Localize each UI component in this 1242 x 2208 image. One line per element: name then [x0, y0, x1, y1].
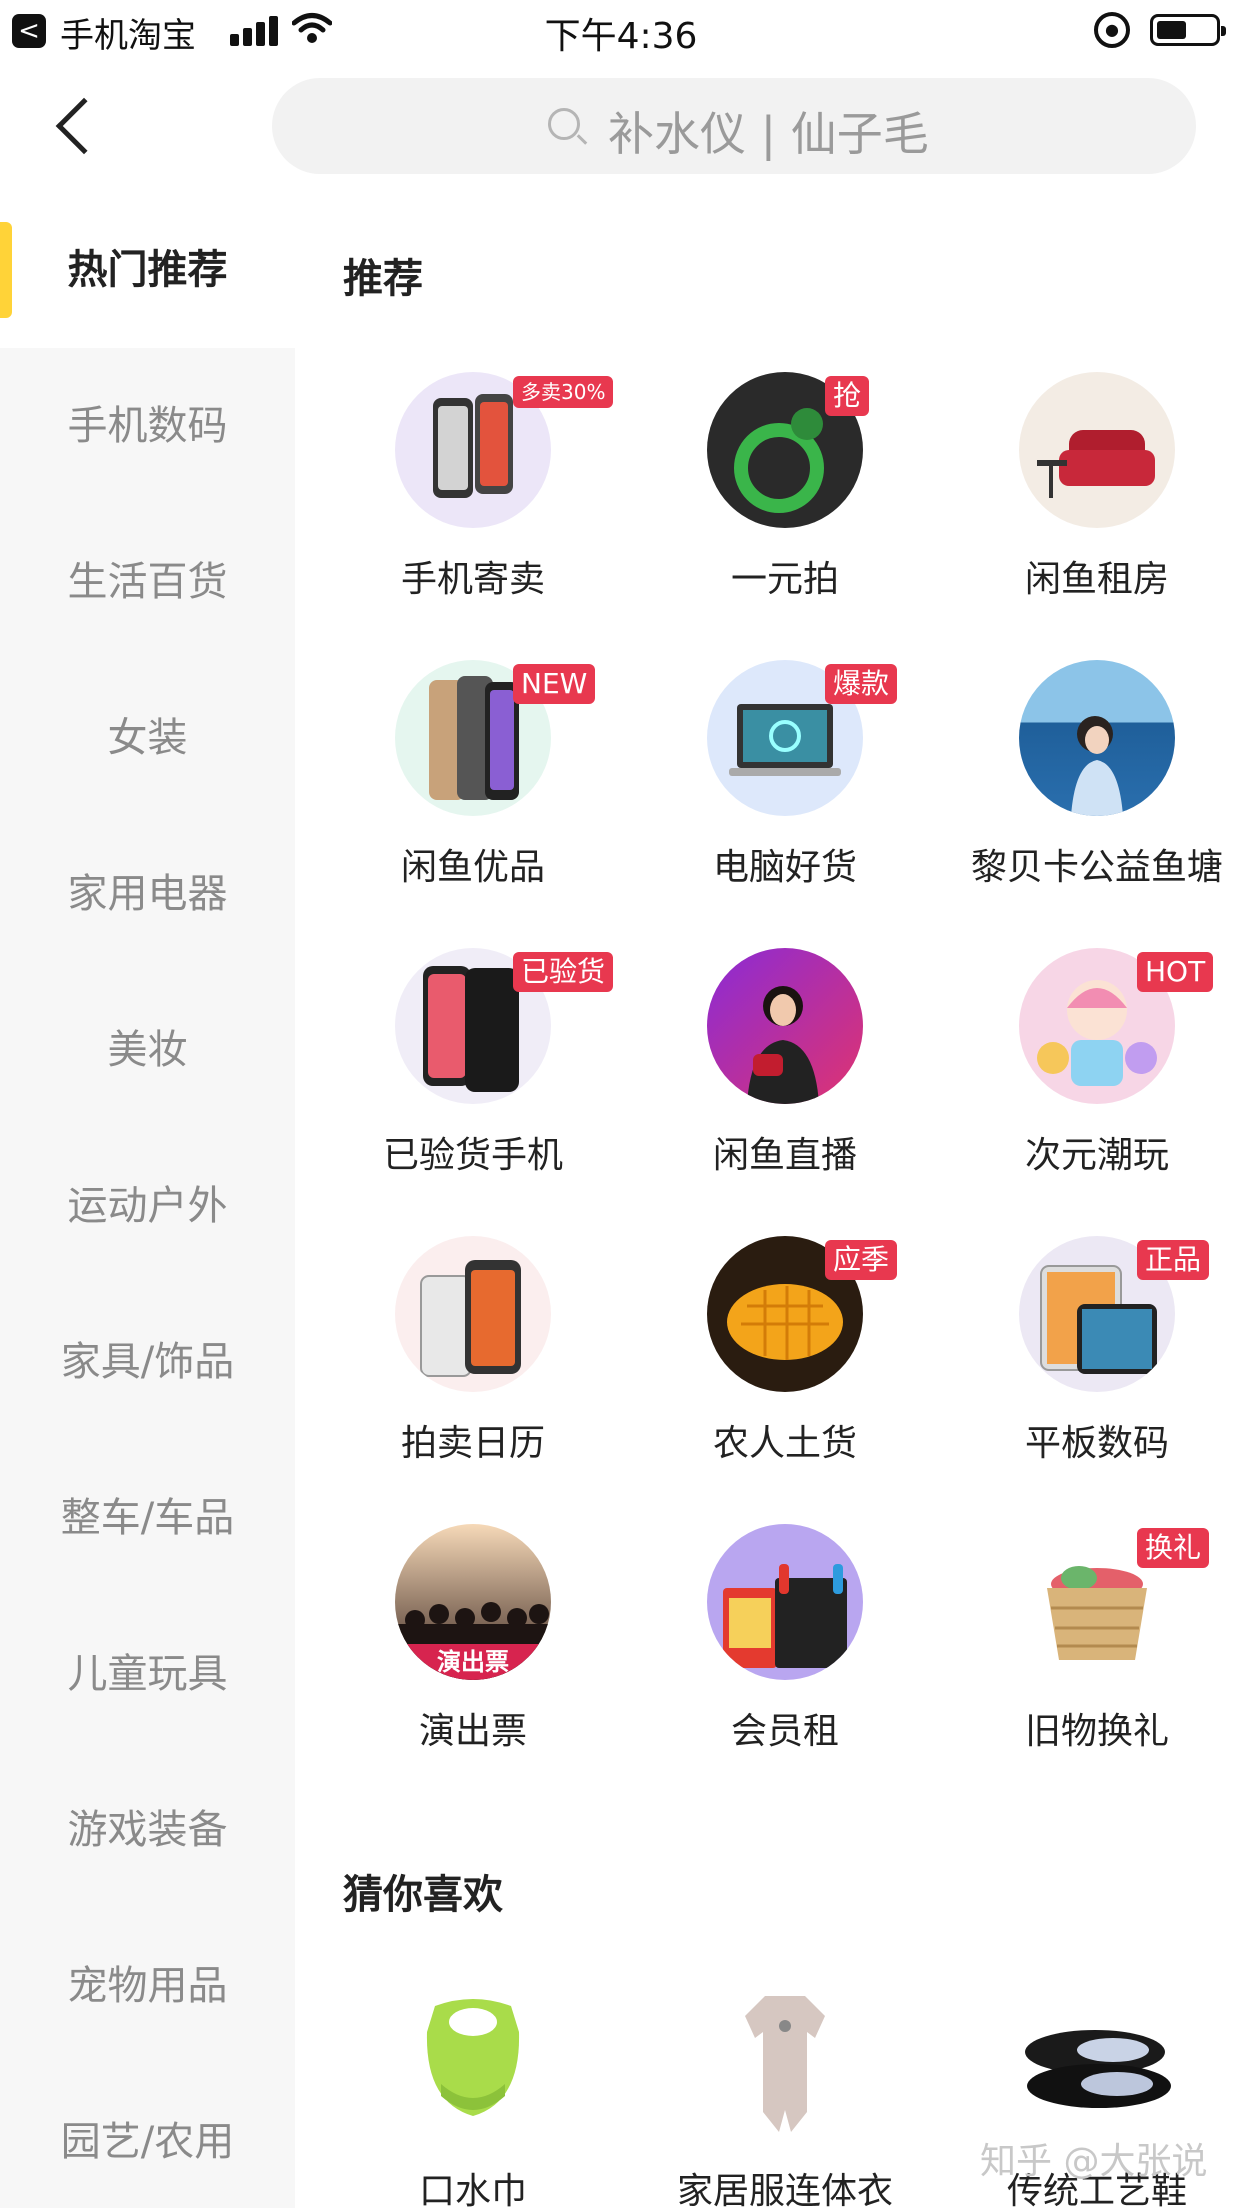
- search-placeholder: 补水仪 | 仙子毛: [608, 107, 929, 161]
- grid-item-label: 旧物换礼: [1024, 1711, 1169, 1752]
- section-title-guess: 猜你喜欢: [343, 1872, 503, 1918]
- grid-item-label: 手机寄卖: [400, 559, 545, 600]
- grid-item-phone-consign[interactable]: 多卖30% 手机寄卖: [295, 372, 614, 632]
- grid-item-laptops[interactable]: 爆款 电脑好货: [607, 660, 919, 920]
- grid-item-tickets[interactable]: 演出票 演出票: [295, 1524, 607, 1784]
- grid-item-farm-goods[interactable]: 应季 农人土货: [607, 1236, 919, 1496]
- grid-item-label: 闲鱼优品: [400, 847, 545, 888]
- grid-item-one-yuan-auction[interactable]: 抢 一元拍: [607, 372, 919, 632]
- battery-icon: [1150, 14, 1226, 46]
- guess-item-label: 口水巾: [418, 2171, 527, 2208]
- sidebar-item-beauty[interactable]: 美妆: [0, 972, 295, 1128]
- grid-item-label: 黎贝卡公益鱼塘: [970, 847, 1223, 888]
- promo-tag: 抢: [825, 376, 870, 416]
- sidebar-item-label: 游戏装备: [67, 1807, 228, 1853]
- grid-item-premium[interactable]: NEW 闲鱼优品: [295, 660, 607, 920]
- guess-item-onesie[interactable]: 家居服连体衣: [607, 1992, 919, 2208]
- category-content: 推荐 多卖30% 手机寄卖 抢 一元拍 闲鱼租房 NEW 闲鱼优品 爆款 电脑好…: [295, 192, 1242, 2208]
- search-icon: [548, 108, 588, 146]
- grid-item-label: 已验货手机: [382, 1135, 563, 1176]
- grid-item-label: 一元拍: [730, 559, 839, 600]
- game-console-image: [707, 1524, 863, 1680]
- section-title-recommend: 推荐: [343, 256, 423, 302]
- promo-tag: 应季: [825, 1240, 898, 1280]
- status-time: 下午4:36: [544, 16, 698, 57]
- grid-item-label: 会员租: [730, 1711, 839, 1752]
- grid-item-auction-calendar[interactable]: 拍卖日历: [295, 1236, 607, 1496]
- sidebar-item-label: 运动户外: [67, 1183, 228, 1229]
- sidebar-item-label: 女装: [107, 715, 188, 761]
- sidebar-item-label: 儿童玩具: [67, 1651, 228, 1697]
- promo-tag: HOT: [1137, 952, 1214, 992]
- sidebar-item-label: 生活百货: [67, 559, 228, 605]
- promo-tag: NEW: [513, 664, 596, 704]
- sidebar-item-kids-toys[interactable]: 儿童玩具: [0, 1596, 295, 1752]
- grid-item-trade-in[interactable]: 换礼 旧物换礼: [919, 1524, 1231, 1784]
- cloth-shoes-image: [1019, 1992, 1175, 2142]
- back-button[interactable]: [52, 96, 113, 160]
- sidebar-item-games[interactable]: 游戏装备: [0, 1752, 295, 1908]
- sidebar-item-phones[interactable]: 手机数码: [0, 348, 295, 504]
- grid-item-member-rental[interactable]: 会员租: [607, 1524, 919, 1784]
- grid-item-verified-phones[interactable]: 已验货 已验货手机: [295, 948, 614, 1208]
- sidebar-item-pets[interactable]: 宠物用品: [0, 1908, 295, 2064]
- sidebar-item-label: 家用电器: [67, 871, 228, 917]
- promo-tag: 多卖30%: [513, 376, 614, 408]
- promo-tag: 换礼: [1137, 1528, 1210, 1568]
- sidebar-item-womens[interactable]: 女装: [0, 660, 295, 816]
- sidebar-item-daily-goods[interactable]: 生活百货: [0, 504, 295, 660]
- sidebar-item-appliances[interactable]: 家用电器: [0, 816, 295, 972]
- grid-item-label: 次元潮玩: [1024, 1135, 1169, 1176]
- sidebar-item-garden[interactable]: 园艺/农用: [0, 2064, 295, 2208]
- grid-item-label: 电脑好货: [712, 847, 857, 888]
- promo-tag: 已验货: [513, 952, 614, 992]
- charity-pond-image: [1019, 660, 1175, 816]
- tickets-overlay-label: 演出票: [437, 1648, 509, 1676]
- status-bar: < 手机淘宝 下午4:36 ●: [0, 0, 1242, 62]
- sidebar-item-furniture[interactable]: 家具/饰品: [0, 1284, 295, 1440]
- rotation-lock-icon: ●: [1094, 12, 1130, 48]
- category-sidebar: 热门推荐 手机数码 生活百货 女装 家用电器 美妆 运动户外 家具/饰品 整车/…: [0, 192, 295, 2208]
- watermark: 知乎 @大张说: [980, 2141, 1208, 2182]
- grid-item-label: 农人土货: [712, 1423, 857, 1464]
- grid-item-label: 平板数码: [1024, 1423, 1169, 1464]
- sidebar-item-sports[interactable]: 运动户外: [0, 1128, 295, 1284]
- grid-item-label: 闲鱼直播: [712, 1135, 857, 1176]
- sidebar-item-label: 家具/饰品: [60, 1339, 235, 1385]
- sidebar-item-label: 园艺/农用: [60, 2119, 235, 2165]
- sidebar-item-label: 整车/车品: [60, 1495, 235, 1541]
- chevron-left-icon: [55, 97, 113, 155]
- sidebar-item-label: 宠物用品: [67, 1963, 228, 2009]
- grid-item-rental[interactable]: 闲鱼租房: [919, 372, 1231, 632]
- grid-item-live-stream[interactable]: 闲鱼直播: [607, 948, 919, 1208]
- live-stream-image: [707, 948, 863, 1104]
- grid-item-label: 演出票: [418, 1711, 527, 1752]
- sidebar-item-label: 热门推荐: [67, 247, 228, 293]
- sidebar-item-label: 手机数码: [67, 403, 228, 449]
- guess-item-label: 家居服连体衣: [676, 2171, 893, 2208]
- auction-phones-image: [395, 1236, 551, 1392]
- promo-tag: 正品: [1137, 1240, 1210, 1280]
- grid-item-collectible-toys[interactable]: HOT 次元潮玩: [919, 948, 1231, 1208]
- grid-item-charity-pond[interactable]: 黎贝卡公益鱼塘: [919, 660, 1231, 920]
- onesie-image: [707, 1992, 863, 2142]
- grid-item-tablets[interactable]: 正品 平板数码: [919, 1236, 1231, 1496]
- sidebar-item-label: 美妆: [107, 1027, 188, 1073]
- promo-tag: 爆款: [825, 664, 898, 704]
- armchair-image: [1019, 372, 1175, 528]
- active-indicator: [0, 222, 12, 318]
- sidebar-item-cars[interactable]: 整车/车品: [0, 1440, 295, 1596]
- grid-item-label: 拍卖日历: [400, 1423, 545, 1464]
- bib-image: [395, 1992, 551, 2142]
- concert-crowd-image: 演出票: [395, 1524, 551, 1680]
- search-input[interactable]: 补水仪 | 仙子毛: [272, 78, 1196, 174]
- guess-item-bib[interactable]: 口水巾: [295, 1992, 607, 2208]
- grid-item-label: 闲鱼租房: [1024, 559, 1169, 600]
- sidebar-item-hot[interactable]: 热门推荐: [0, 192, 295, 348]
